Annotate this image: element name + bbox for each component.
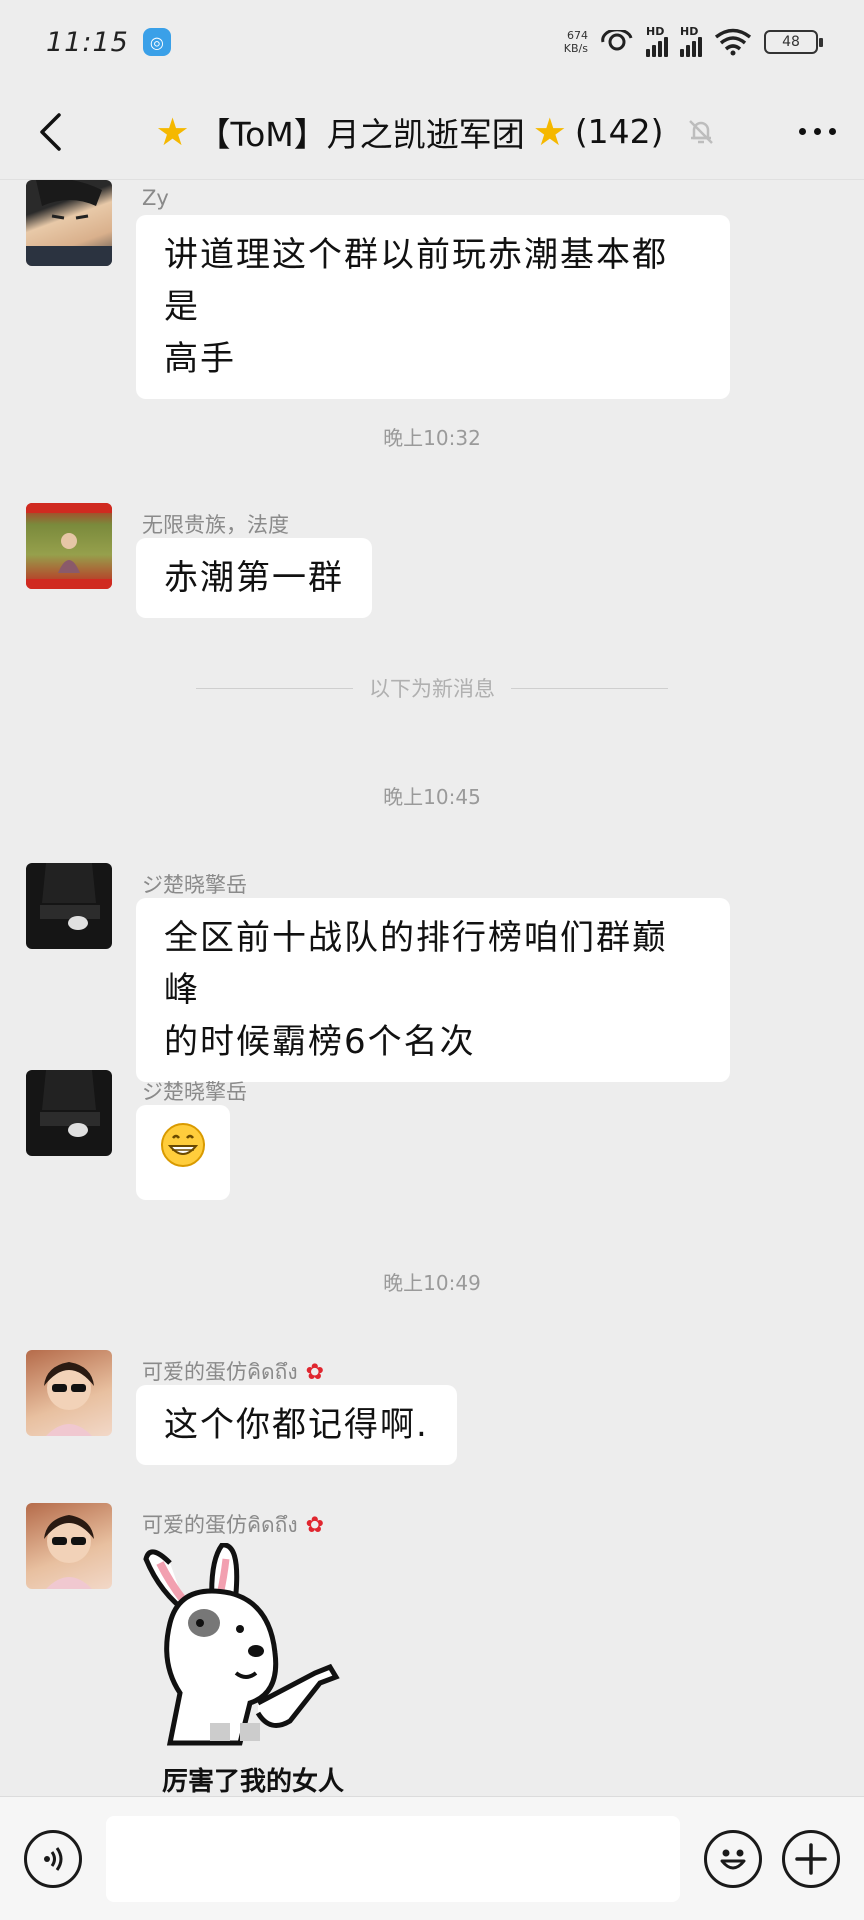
sender-name: Zy: [142, 186, 169, 210]
timestamp: 晚上10:32: [383, 426, 481, 450]
sender-name: ジ楚晓擎岳: [142, 1080, 247, 1104]
timestamp: 晚上10:49: [383, 1271, 481, 1295]
avatar[interactable]: [26, 1350, 112, 1436]
message-input[interactable]: [106, 1815, 680, 1902]
smiley-icon: [720, 1849, 746, 1869]
member-count: (142): [574, 112, 664, 151]
avatar[interactable]: [26, 180, 112, 266]
more-options-button[interactable]: [799, 128, 836, 135]
signal-icon-1: HD: [646, 25, 668, 57]
message-bubble[interactable]: 赤潮第一群: [136, 538, 372, 618]
wifi-icon: [714, 28, 752, 56]
star-icon: ★: [155, 109, 190, 154]
chevron-left-icon: [40, 112, 61, 151]
input-bar: [0, 1796, 864, 1920]
app-notification-icon: ◎: [142, 28, 171, 56]
group-title: ★ 【ToM】月之凯逝军团 ★ (142): [155, 108, 715, 156]
sender-name: ジ楚晓擎岳: [142, 873, 247, 897]
voice-button[interactable]: [24, 1829, 82, 1888]
emoji-button[interactable]: [704, 1829, 762, 1888]
back-button[interactable]: [28, 110, 72, 154]
avatar[interactable]: [26, 503, 112, 589]
muted-bell-icon: [688, 119, 713, 144]
sender-name: 可爱的蛋仿คิดถึง ✿: [142, 1513, 325, 1538]
chat-header: ★ 【ToM】月之凯逝军团 ★ (142): [0, 84, 864, 180]
rabbit-sticker-icon: [143, 1542, 340, 1746]
add-more-button[interactable]: [782, 1829, 840, 1888]
avatar[interactable]: [26, 1503, 112, 1589]
message-bubble[interactable]: 这个你都记得啊.: [136, 1385, 457, 1465]
avatar[interactable]: [26, 1070, 112, 1156]
network-speed: 674 KB/s: [563, 29, 588, 55]
flower-badge-icon: ✿: [305, 1360, 325, 1385]
voice-icon: [44, 1846, 63, 1871]
message-bubble[interactable]: 讲道理这个群以前玩赤潮基本都是 高手: [136, 215, 730, 399]
sticker-caption: 厉害了我的女人: [162, 1767, 345, 1796]
signal-icon-2: HD: [680, 25, 702, 57]
message-list[interactable]: Zy 讲道理这个群以前玩赤潮基本都是 高手 晚上10:32 无限贵族，法度 赤潮…: [0, 180, 864, 1796]
timestamp: 晚上10:45: [383, 785, 481, 809]
hotspot-icon: [601, 30, 633, 51]
grinning-face-emoji-icon: [161, 1123, 205, 1167]
sticker-image[interactable]: 厉害了我的女人: [140, 1542, 400, 1796]
message-bubble[interactable]: 全区前十战队的排行榜咱们群巅峰 的时候霸榜6个名次: [136, 898, 730, 1082]
sender-name: 无限贵族，法度: [142, 513, 289, 537]
flower-badge-icon: ✿: [305, 1513, 325, 1538]
plus-icon: [795, 1842, 827, 1875]
new-messages-divider: 以下为新消息: [196, 673, 668, 703]
status-bar: 11:15 ◎ 674 KB/s HD HD 48: [0, 0, 864, 84]
avatar[interactable]: [26, 863, 112, 949]
battery-icon: 48: [764, 30, 823, 54]
group-name: 【ToM】月之凯逝军团: [197, 114, 525, 154]
message-bubble[interactable]: [136, 1105, 230, 1200]
clock: 11:15: [46, 26, 129, 58]
star-icon: ★: [532, 109, 567, 154]
